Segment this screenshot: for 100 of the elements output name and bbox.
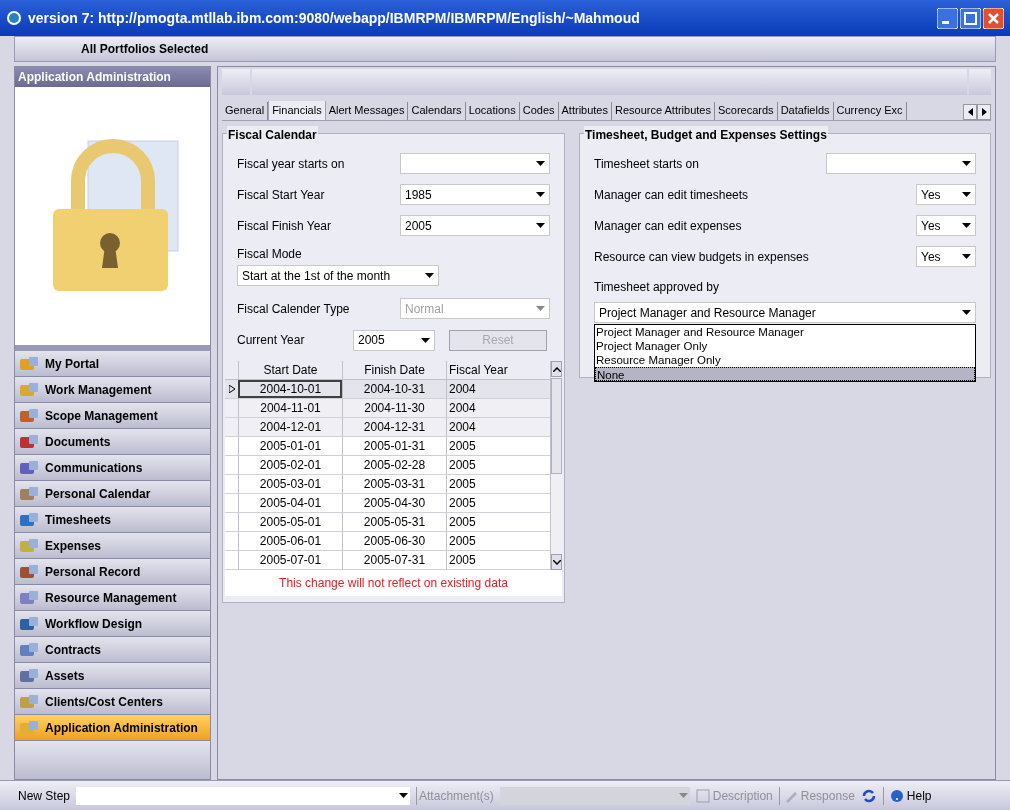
table-cell: 2004-10-31 — [342, 380, 446, 398]
tab[interactable]: Alert Messages — [325, 102, 409, 120]
scroll-left-button[interactable] — [963, 104, 977, 120]
sidebar-item[interactable]: Communications — [15, 455, 210, 481]
table-cell: 2004-11-30 — [342, 399, 446, 417]
table-cell: 2005-04-01 — [238, 494, 342, 512]
module-icon — [19, 589, 39, 606]
tab[interactable]: Currency Exc — [833, 102, 907, 120]
tab[interactable]: Attributes — [558, 102, 612, 120]
table-cell: 2004-11-01 — [238, 399, 342, 417]
dropdown-caret-icon — [536, 161, 545, 166]
dropdown-caret-icon — [678, 793, 688, 798]
dropdown[interactable]: 2005 — [400, 215, 550, 236]
dropdown-caret-icon — [962, 310, 971, 315]
module-icon — [19, 563, 39, 580]
dropdown[interactable]: 1985 — [400, 184, 550, 205]
table-cell: 2005-02-01 — [238, 456, 342, 474]
sidebar-item[interactable]: Personal Calendar — [15, 481, 210, 507]
left-arrow-icon — [967, 108, 973, 116]
module-icon — [19, 641, 39, 658]
scroll-right-button[interactable] — [977, 104, 991, 120]
toolbar-segment — [222, 69, 250, 95]
dropdown-caret-icon — [536, 223, 545, 228]
sidebar-item[interactable]: Contracts — [15, 637, 210, 663]
sidebar-item[interactable]: Assets — [15, 663, 210, 689]
dropdown-caret-icon — [399, 793, 409, 798]
new-step-field[interactable] — [76, 786, 411, 805]
dropdown-option[interactable]: None — [595, 367, 975, 381]
dropdown-caret-icon — [962, 254, 971, 259]
group-title: Timesheet, Budget and Expenses Settings — [584, 126, 828, 144]
field-label: Fiscal Start Year — [237, 186, 325, 204]
sidebar-item[interactable]: Expenses — [15, 533, 210, 559]
dropdown-caret-icon — [536, 306, 545, 311]
table-cell: 2005-01-31 — [342, 437, 446, 455]
field-label: Resource can view budgets in expenses — [594, 248, 809, 266]
tab[interactable]: Datafields — [777, 102, 834, 120]
dropdown[interactable]: Project Manager and Resource Manager — [594, 302, 976, 323]
module-icon — [19, 459, 39, 476]
sidebar-item[interactable]: Timesheets — [15, 507, 210, 533]
sidebar-item[interactable]: Workflow Design — [15, 611, 210, 637]
close-icon[interactable] — [983, 7, 1004, 29]
field-label: Fiscal year starts on — [237, 155, 345, 173]
table-cell: 2005-03-01 — [238, 475, 342, 493]
table-cell: 2004-10-01 — [238, 380, 342, 398]
dropdown-caret-icon — [421, 337, 430, 343]
module-icon — [19, 381, 39, 398]
sidebar-item[interactable]: Clients/Cost Centers — [15, 689, 210, 715]
field-label: Timesheet starts on — [594, 155, 699, 173]
table-cell: 2005-06-30 — [342, 532, 446, 550]
field-label: Timesheet approved by — [594, 279, 720, 296]
attachments-field[interactable] — [499, 786, 690, 805]
help-button[interactable]: Help — [882, 786, 932, 805]
tab[interactable]: Resource Attributes — [612, 102, 715, 120]
dropdown[interactable]: Start at the 1st of the month — [237, 265, 439, 286]
sidebar-item[interactable]: Personal Record — [15, 559, 210, 585]
tab[interactable]: Calendars — [408, 102, 466, 120]
new-step-label: New Step — [18, 787, 71, 805]
sidebar-item[interactable]: Work Management — [15, 377, 210, 403]
dropdown-caret-icon — [962, 161, 971, 166]
minimize-icon[interactable] — [937, 7, 958, 29]
field-label: Manager can edit timesheets — [594, 186, 749, 204]
dropdown-caret-icon — [536, 192, 545, 197]
sidebar-item[interactable]: My Portal — [15, 351, 210, 377]
table-cell: 2004-12-01 — [238, 418, 342, 436]
sidebar-item[interactable]: Resource Management — [15, 585, 210, 611]
field-label: Fiscal Finish Year — [237, 217, 332, 235]
dropdown[interactable]: 2005 — [353, 329, 435, 351]
field-label: Manager can edit expenses — [594, 217, 742, 235]
table-cell: 2005-07-31 — [342, 551, 446, 569]
tab[interactable]: Locations — [465, 102, 520, 120]
help-icon — [889, 788, 904, 803]
module-icon — [19, 407, 39, 424]
module-icon — [19, 719, 39, 736]
dropdown[interactable]: Yes — [916, 246, 976, 267]
dropdown-option[interactable]: Project Manager and Resource Manager — [595, 325, 975, 339]
dropdown-option[interactable]: Project Manager Only — [595, 339, 975, 353]
column-header[interactable]: Finish Date — [342, 361, 446, 379]
module-icon — [19, 537, 39, 554]
maximize-icon[interactable] — [960, 7, 981, 29]
refresh-icon[interactable] — [860, 787, 877, 804]
table-cell: 2005-07-01 — [238, 551, 342, 569]
module-icon — [19, 433, 39, 450]
tab[interactable]: Financials — [268, 101, 326, 120]
sidebar-item[interactable]: Application Administration — [15, 715, 210, 741]
dropdown[interactable]: Yes — [916, 184, 976, 205]
sidebar-item[interactable]: Documents — [15, 429, 210, 455]
dropdown[interactable]: Yes — [916, 215, 976, 236]
table-cell: 2004-12-31 — [342, 418, 446, 436]
module-icon — [19, 693, 39, 710]
tab[interactable]: Codes — [519, 102, 559, 120]
tab[interactable]: Scorecards — [715, 102, 778, 120]
table-cell: 2005-05-31 — [342, 513, 446, 531]
row-indicator-icon — [228, 385, 235, 393]
sidebar-item[interactable]: Scope Management — [15, 403, 210, 429]
module-icon — [19, 615, 39, 632]
dropdown-option[interactable]: Resource Manager Only — [595, 353, 975, 367]
column-header[interactable]: Start Date — [238, 361, 342, 379]
module-icon — [19, 355, 39, 372]
dropdown-caret-icon — [962, 223, 971, 228]
scrollbar[interactable] — [550, 361, 562, 570]
